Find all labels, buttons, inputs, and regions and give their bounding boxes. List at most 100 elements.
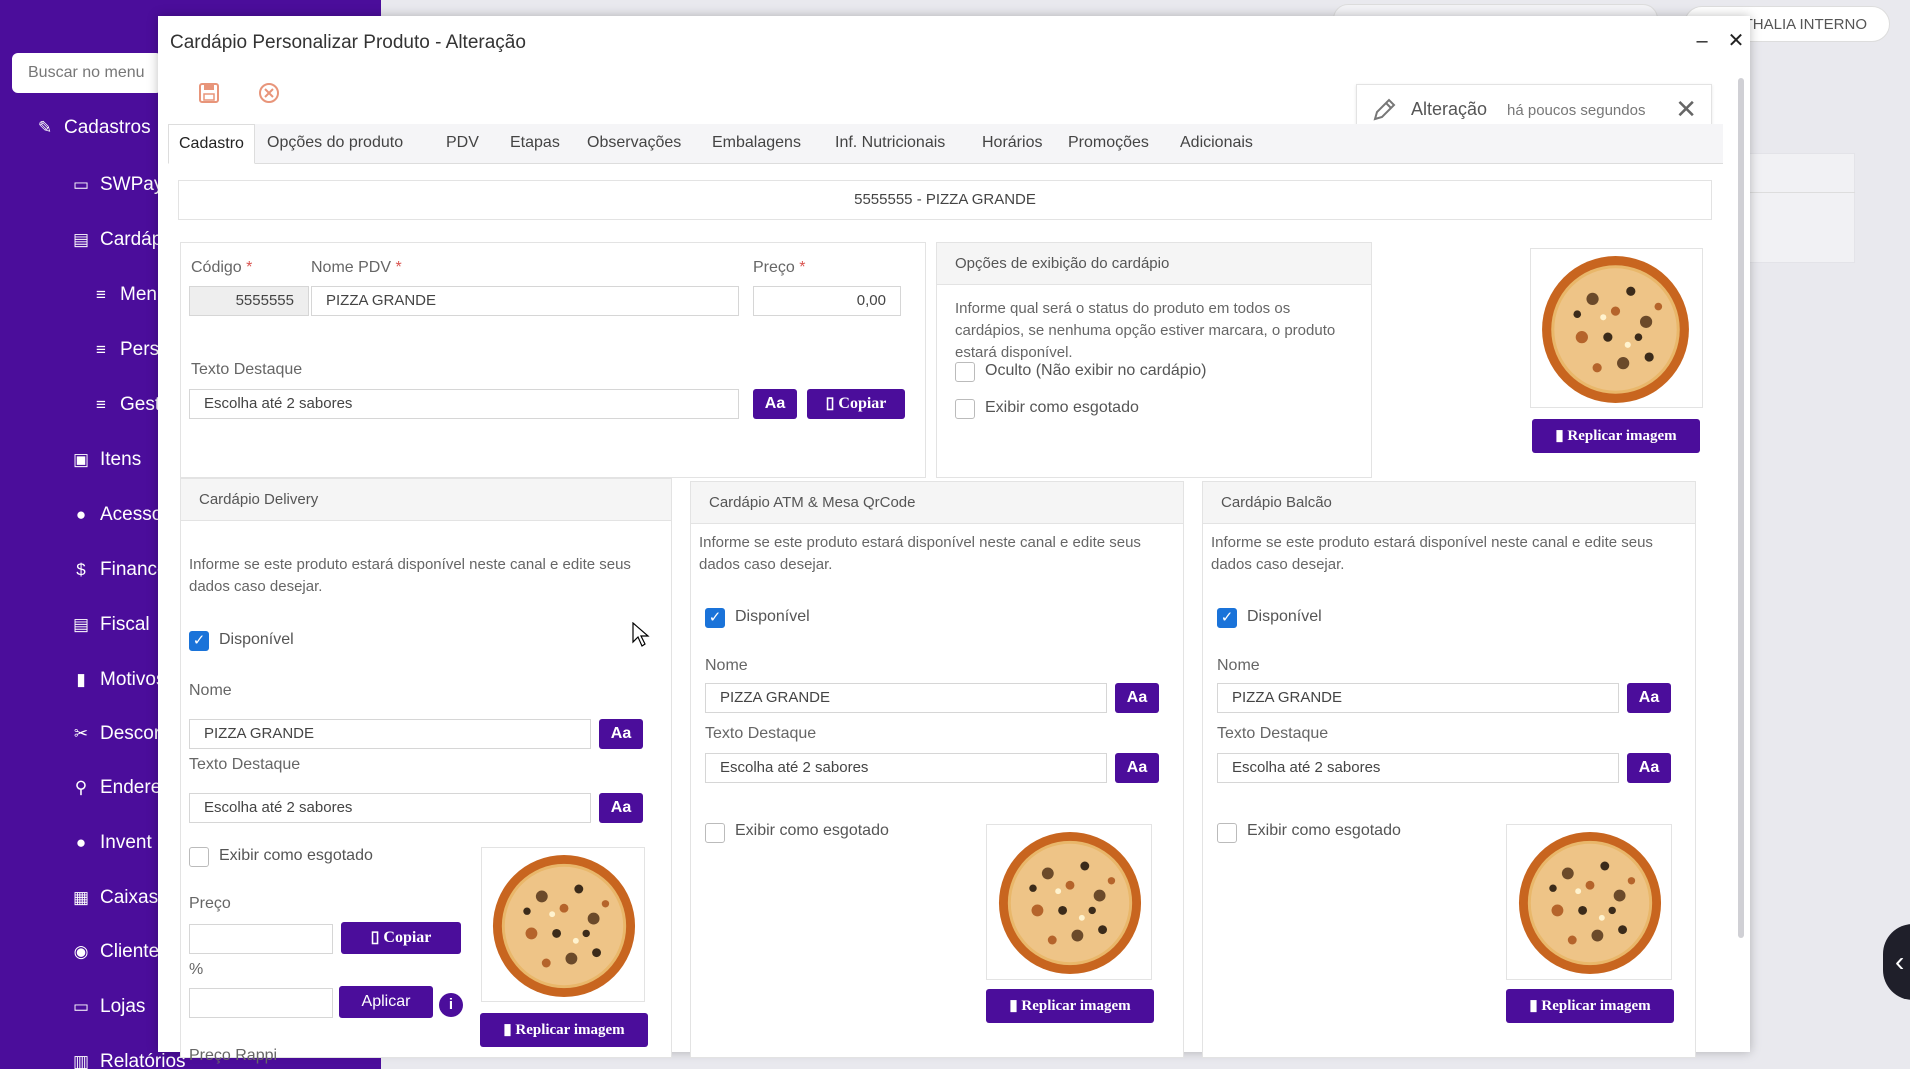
tab-pdv[interactable]: PDV [446,124,479,164]
balcao-nome-format-button[interactable]: Aa [1627,683,1671,713]
balcao-nome-field[interactable]: PIZZA GRANDE [1217,683,1619,713]
sidebar-item[interactable]: ✎ Cadastros [36,117,151,139]
delivery-copy-button[interactable]: ▯ Copiar [341,922,461,954]
sidebar-item[interactable]: ▭ Lojas [72,996,145,1018]
hidden-checkbox[interactable] [955,362,975,382]
sidebar-item-label: Relatórios [100,1051,186,1069]
balcao-texto-format-button[interactable]: Aa [1627,753,1671,783]
tab-etapas[interactable]: Etapas [510,124,560,164]
texto-destaque-field[interactable]: Escolha até 2 sabores [189,389,739,419]
delivery-texto-label: Texto Destaque [189,756,301,773]
save-icon[interactable] [198,82,220,104]
minimize-icon[interactable]: – [1691,30,1713,52]
balcao-available-label: Disponível [1247,608,1322,625]
atm-image-frame[interactable] [986,824,1152,980]
sidebar-item[interactable]: ⚲ Endere [72,777,162,799]
tab-observacoes[interactable]: Observações [587,124,681,164]
sidebar-item[interactable]: ▤ Fiscal [72,614,150,636]
format-text-button[interactable]: Aa [753,389,797,419]
product-modal: Cardápio Personalizar Produto - Alteraçã… [158,16,1750,1064]
sidebar-item[interactable]: ≡ Gest [92,394,160,416]
sidebar-item-label: Cardáp [100,229,163,250]
cancel-icon[interactable] [258,82,280,104]
sidebar-item[interactable]: ● Invent [72,832,152,854]
atm-help: Informe se este produto estará disponíve… [699,534,1141,573]
sidebar-item-label: Descor [100,723,161,744]
balcao-help: Informe se este produto estará disponíve… [1211,534,1653,573]
collapse-chevron-icon[interactable]: ‹ [1883,924,1910,1000]
list-icon: ≡ [96,340,106,359]
notification-close-icon[interactable]: ✕ [1675,94,1697,125]
balcao-sold-out-label: Exibir como esgotado [1247,822,1401,839]
atm-nome-format-button[interactable]: Aa [1115,683,1159,713]
scrollbar[interactable] [1738,78,1744,938]
sidebar-item[interactable]: ▮ Motivos [72,669,165,691]
delivery-apply-button[interactable]: Aplicar [339,986,433,1018]
bookmark-icon: ▮ [76,670,86,689]
atm-sold-out-checkbox[interactable] [705,823,725,843]
preco-field[interactable]: 0,00 [753,286,901,316]
replicate-image-button[interactable]: ▮ Replicar imagem [1532,419,1700,453]
product-image-frame[interactable] [1530,248,1703,408]
balcao-texto-field[interactable]: Escolha até 2 sabores [1217,753,1619,783]
tab-inf-nutricionais[interactable]: Inf. Nutricionais [835,124,945,164]
delivery-available-checkbox[interactable]: ✓ [189,631,209,651]
sidebar-item[interactable]: ≡ Men [92,284,157,306]
close-icon[interactable]: ✕ [1725,30,1747,52]
tab-bar: Cadastro Opções do produto PDV Etapas Ob… [168,124,1723,164]
copy-icon: ▯ [825,395,835,412]
sidebar-item[interactable]: ✂ Descor [72,723,160,745]
sold-out-checkbox[interactable] [955,399,975,419]
delivery-nome-format-button[interactable]: Aa [599,719,643,749]
product-header: 5555555 - PIZZA GRANDE [178,180,1712,220]
delivery-sold-out-checkbox[interactable] [189,847,209,867]
nome-pdv-field[interactable]: PIZZA GRANDE [311,286,739,316]
sidebar-item[interactable]: ≡ Pers [92,339,159,361]
edit-icon: ✎ [37,118,53,137]
delivery-preco-field[interactable] [189,924,333,954]
preco-label: Preço * [753,259,806,276]
balcao-image-frame[interactable] [1506,824,1672,980]
sidebar-item-label: Cliente [100,941,160,962]
atm-texto-field[interactable]: Escolha até 2 sabores [705,753,1107,783]
delivery-percent-field[interactable] [189,988,333,1018]
sidebar-item[interactable]: ▭ SWPay [72,174,163,196]
delivery-texto-field[interactable]: Escolha até 2 sabores [189,793,591,823]
delivery-replicate-image-button[interactable]: ▮ Replicar imagem [480,1013,648,1047]
delivery-nome-field[interactable]: PIZZA GRANDE [189,719,591,749]
sidebar-item-label: Cadastros [64,117,151,138]
balcao-available-checkbox[interactable]: ✓ [1217,608,1237,628]
menu-search-input[interactable]: Buscar no menu [12,53,162,93]
tab-adicionais[interactable]: Adicionais [1180,124,1253,164]
delivery-texto-format-button[interactable]: Aa [599,793,643,823]
copy-button[interactable]: ▯ Copiar [807,389,905,419]
sidebar-item[interactable]: ▦ Caixas [72,887,158,909]
chart-icon: ▥ [72,1052,90,1069]
sidebar-item-label: Invent [100,832,152,853]
pencil-icon [1373,98,1396,121]
sidebar-item[interactable]: $ Finance [72,559,167,581]
balcao-replicate-image-button[interactable]: ▮ Replicar imagem [1506,989,1674,1023]
atm-replicate-image-button[interactable]: ▮ Replicar imagem [986,989,1154,1023]
tab-opcoes-produto[interactable]: Opções do produto [267,124,403,164]
info-icon[interactable]: i [439,993,463,1017]
atm-available-checkbox[interactable]: ✓ [705,608,725,628]
sidebar-item-label: Motivos [100,669,166,690]
sidebar-item[interactable]: ▥ Relatórios [72,1051,186,1069]
tab-promocoes[interactable]: Promoções [1068,124,1149,164]
sidebar-item-label: Acesso [100,504,163,525]
balcao-sold-out-checkbox[interactable] [1217,823,1237,843]
tab-embalagens[interactable]: Embalagens [712,124,801,164]
delivery-image-frame[interactable] [481,847,645,1002]
sidebar-item[interactable]: ▤ Cardáp [72,229,162,251]
sidebar-item-label: Caixas [100,887,159,908]
sidebar-item[interactable]: ◉ Cliente [72,941,160,963]
sidebar-item[interactable]: ▣ Itens [72,449,141,471]
atm-nome-field[interactable]: PIZZA GRANDE [705,683,1107,713]
tab-cadastro[interactable]: Cadastro [168,124,255,164]
sold-out-label: Exibir como esgotado [985,399,1139,416]
tab-horarios[interactable]: Horários [982,124,1042,164]
sidebar-item-label: Itens [100,449,142,470]
sidebar-item[interactable]: ● Acesso [72,504,162,526]
atm-texto-format-button[interactable]: Aa [1115,753,1159,783]
